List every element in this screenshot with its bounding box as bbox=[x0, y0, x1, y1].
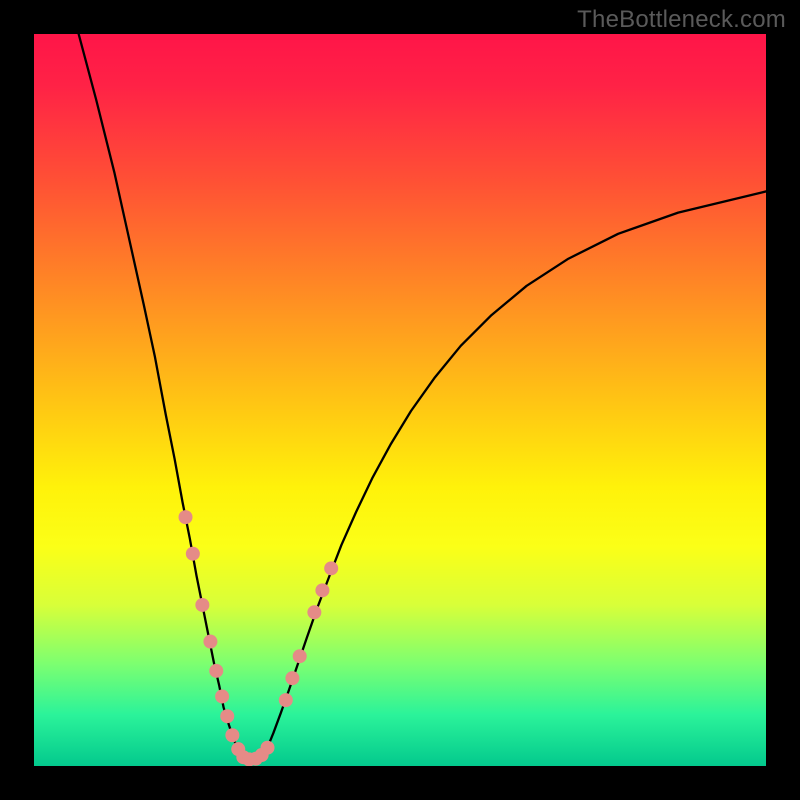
chart-svg bbox=[34, 34, 766, 766]
marker-markers-right bbox=[307, 605, 321, 619]
marker-markers-right bbox=[285, 671, 299, 685]
watermark-label: TheBottleneck.com bbox=[577, 6, 786, 34]
marker-markers-left bbox=[195, 598, 209, 612]
chart-gradient-bg bbox=[34, 34, 766, 766]
marker-markers-left bbox=[261, 741, 275, 755]
marker-markers-right bbox=[315, 583, 329, 597]
marker-markers-left bbox=[220, 709, 234, 723]
marker-markers-left bbox=[203, 635, 217, 649]
marker-markers-left bbox=[179, 510, 193, 524]
chart-stage: TheBottleneck.com bbox=[0, 0, 800, 800]
marker-markers-left bbox=[209, 664, 223, 678]
marker-markers-left bbox=[215, 689, 229, 703]
marker-markers-left bbox=[225, 728, 239, 742]
plot-container bbox=[34, 34, 766, 766]
marker-markers-right bbox=[293, 649, 307, 663]
marker-markers-right bbox=[279, 693, 293, 707]
marker-markers-left bbox=[186, 547, 200, 561]
marker-markers-right bbox=[324, 561, 338, 575]
